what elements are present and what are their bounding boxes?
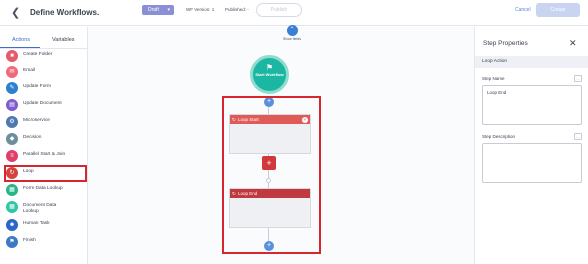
action-item-human-task[interactable]: ☻ Human Task: [6, 218, 86, 232]
page-title: Define Workflows.: [30, 8, 100, 17]
action-label: Microservice: [23, 118, 50, 123]
tab-variables[interactable]: Variables: [52, 37, 75, 43]
expand-icon[interactable]: …: [574, 133, 582, 140]
close-icon[interactable]: ✕: [569, 38, 577, 49]
step-properties-panel: Step Properties ✕ Loop Action Step Name …: [474, 27, 588, 264]
action-label: Form Data Lookup: [23, 186, 63, 191]
action-item-form-data-lookup[interactable]: ▦ Form Data Lookup: [6, 183, 86, 197]
cancel-button[interactable]: Cancel: [515, 7, 531, 13]
actions-panel: Actions Variables ■ Create Folder ✉ Emai…: [0, 27, 88, 264]
expand-icon[interactable]: …: [574, 75, 582, 82]
action-label: Update Document: [23, 101, 62, 106]
document-lookup-icon: ▦: [6, 201, 18, 213]
folder-icon: ■: [6, 50, 18, 62]
step-name-field[interactable]: Loop End: [482, 85, 582, 125]
chevron-down-icon: ▾: [167, 7, 170, 13]
action-item-finish[interactable]: ⚑ Finish: [6, 235, 86, 249]
action-item-email[interactable]: ✉ Email: [6, 65, 86, 79]
tab-actions[interactable]: Actions: [12, 37, 30, 43]
show-fields-label: Show fields: [283, 37, 301, 41]
action-label: Update Form: [23, 84, 51, 89]
action-label: Human Task: [23, 221, 50, 226]
action-label: Create Folder: [23, 52, 53, 57]
start-workflow-label: Start Workflow: [255, 72, 284, 77]
show-fields-button[interactable]: ⌃ Show fields: [278, 25, 306, 41]
finish-icon: ⚑: [6, 236, 18, 248]
action-item-update-document[interactable]: ▤ Update Document: [6, 98, 86, 112]
status-label: Draft: [148, 7, 159, 13]
action-item-decision[interactable]: ◆ Decision: [6, 132, 86, 146]
lookup-icon: ▦: [6, 184, 18, 196]
publish-button[interactable]: Publish: [256, 3, 302, 17]
decision-icon: ◆: [6, 133, 18, 145]
wf-version-label: WF Version: 1: [186, 7, 215, 12]
email-icon: ✉: [6, 66, 18, 78]
action-label: Decision: [23, 135, 42, 140]
status-dropdown[interactable]: Draft ▾: [142, 5, 174, 15]
panel-title: Step Properties: [483, 40, 528, 47]
chevron-up-icon: ⌃: [286, 25, 298, 36]
action-label: Document Data Lookup: [23, 203, 57, 214]
action-label: Email: [23, 68, 35, 73]
action-item-microservice[interactable]: ⚙ Microservice: [6, 115, 86, 129]
form-icon: ✎: [6, 82, 18, 94]
top-bar: ❮ Define Workflows. Draft ▾ WF Version: …: [0, 0, 588, 26]
action-label: Parallel Start & Join: [23, 152, 66, 157]
parallel-icon: ≡: [6, 150, 18, 162]
action-item-create-folder[interactable]: ■ Create Folder: [6, 49, 86, 63]
step-name-label: Step Name: [482, 76, 505, 81]
document-icon: ▤: [6, 99, 18, 111]
action-item-parallel[interactable]: ≡ Parallel Start & Join: [6, 149, 86, 163]
step-description-field[interactable]: [482, 143, 582, 183]
microservice-icon: ⚙: [6, 116, 18, 128]
start-workflow-node[interactable]: ⚑ Start Workflow: [250, 55, 289, 94]
section-header: Loop Action: [475, 56, 588, 68]
action-item-document-data-lookup[interactable]: ▦ Document Data Lookup: [6, 200, 86, 214]
loop-highlight-box: [4, 165, 87, 182]
action-item-update-form[interactable]: ✎ Update Form: [6, 81, 86, 95]
back-arrow-icon[interactable]: ❮: [11, 7, 23, 19]
create-button[interactable]: Create: [536, 3, 580, 17]
loop-highlight-box: [222, 96, 321, 254]
action-label: Finish: [23, 238, 36, 243]
human-task-icon: ☻: [6, 219, 18, 231]
published-label: Published: -: [225, 7, 249, 12]
step-description-label: Step Description: [482, 134, 516, 139]
